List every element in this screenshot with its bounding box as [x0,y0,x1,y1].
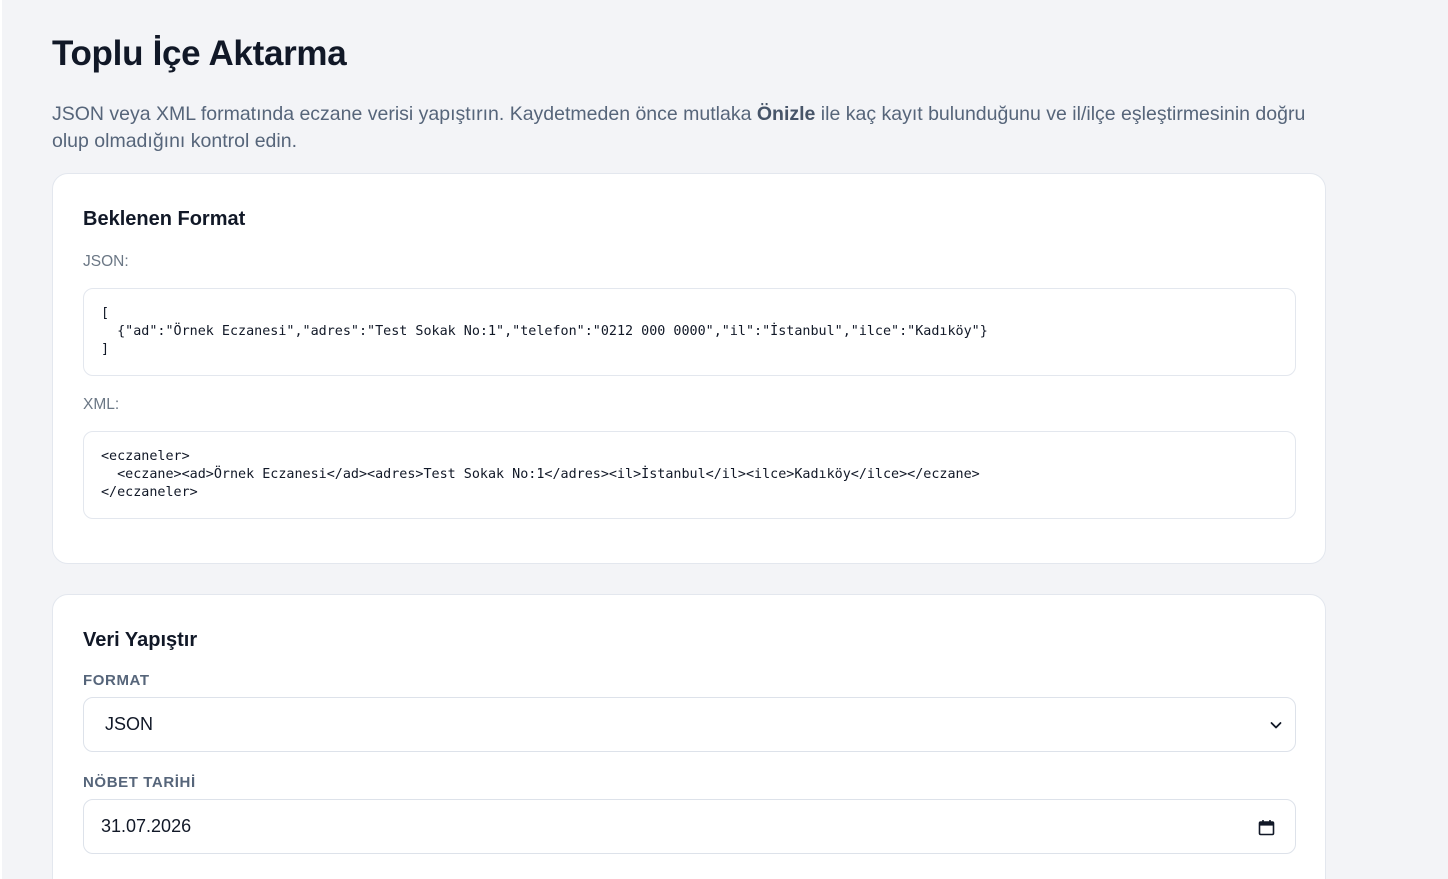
format-select-value: JSON [105,714,154,734]
page-title: Toplu İçe Aktarma [52,34,347,73]
chevron-down-icon [1270,722,1282,729]
xml-example-code: <eczaneler> <eczane><ad>Örnek Eczanesi</… [83,431,1296,519]
json-format-label: JSON: [83,253,129,270]
intro-text-start: JSON veya XML formatında eczane verisi y… [52,103,757,125]
json-example-code: [ {"ad":"Örnek Eczanesi","adres":"Test S… [83,288,1296,376]
format-field-label: FORMAT [83,672,150,689]
page-intro: JSON veya XML formatında eczane verisi y… [52,101,1342,155]
expected-format-title: Beklenen Format [83,208,246,230]
expected-format-card: Beklenen Format JSON: [ {"ad":"Örnek Ecz… [52,173,1326,564]
duty-date-value: 31.07.2026 [101,816,192,836]
duty-date-input[interactable]: 31.07.2026 [83,799,1296,854]
paste-data-card: Veri Yapıştır FORMAT JSON NÖBET TARİHİ 3… [52,594,1326,879]
calendar-icon[interactable] [1258,819,1275,836]
duty-date-field-label: NÖBET TARİHİ [83,774,196,791]
import-page: Toplu İçe Aktarma JSON veya XML formatın… [0,0,1448,879]
format-select[interactable]: JSON [83,697,1296,752]
xml-format-label: XML: [83,396,120,413]
paste-data-title: Veri Yapıştır [83,629,198,651]
intro-preview-emphasis: Önizle [756,103,816,125]
